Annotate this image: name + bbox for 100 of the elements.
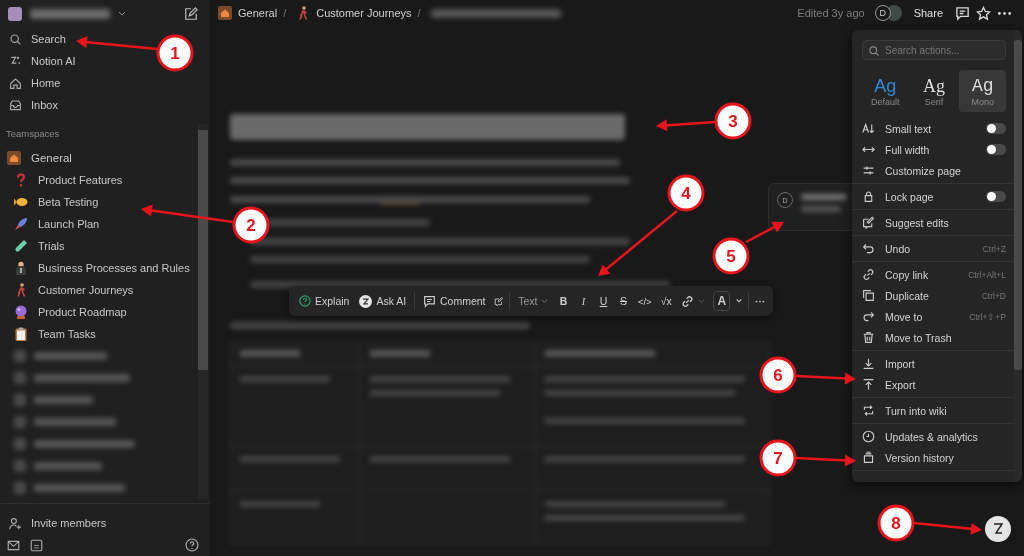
font-option[interactable]: Ag Mono	[959, 70, 1006, 112]
callout-number: 7	[759, 439, 797, 477]
new-page-icon[interactable]	[184, 7, 198, 21]
format-button[interactable]: B	[556, 291, 571, 311]
sidebar-nav-item[interactable]: Search	[0, 28, 74, 50]
menu-item[interactable]: Duplicate Ctrl+D	[852, 285, 1014, 306]
comment-icon	[423, 294, 436, 308]
explain-button[interactable]: Explain	[297, 291, 352, 311]
redacted-comment-text	[801, 192, 849, 214]
menu-item[interactable]: Undo Ctrl+Z	[852, 238, 1014, 259]
ai-assistant-button[interactable]	[985, 516, 1011, 542]
font-option[interactable]: Ag Serif	[910, 70, 958, 112]
scrollbar-thumb[interactable]	[1014, 40, 1022, 370]
ask-ai-button[interactable]: Ask AI	[357, 291, 409, 311]
sidebar-page-item[interactable]: Team Tasks	[0, 323, 210, 345]
format-button[interactable]: U	[596, 291, 611, 311]
menu-item[interactable]: Updates & analytics	[852, 426, 1014, 447]
edited-time: Edited 3y ago	[797, 7, 865, 19]
add-person-icon	[9, 516, 22, 530]
edit-comment-icon	[862, 216, 875, 229]
format-button[interactable]: S	[616, 291, 631, 311]
comment-icon[interactable]	[955, 5, 970, 21]
download-icon	[862, 357, 875, 370]
text-style-dropdown[interactable]: Text	[516, 291, 551, 311]
chevron-down-icon[interactable]	[118, 11, 126, 17]
chevron-down-icon	[698, 298, 706, 304]
sidebar-page-item[interactable]: Product Roadmap	[0, 301, 210, 323]
menu-item[interactable]: Full width	[852, 139, 1014, 160]
scrollbar-thumb[interactable]	[198, 130, 208, 370]
help-icon[interactable]	[185, 538, 199, 552]
toggle-switch[interactable]	[986, 123, 1006, 134]
sidebar-nav-item[interactable]: Inbox	[0, 94, 66, 116]
chevron-down-icon	[541, 298, 549, 304]
callout-arrow	[795, 454, 856, 467]
copy-icon	[862, 289, 875, 302]
toggle-switch[interactable]	[986, 191, 1006, 202]
menu-item[interactable]: Import	[852, 353, 1014, 374]
test-tube-icon	[14, 239, 28, 253]
fish-icon	[14, 195, 28, 209]
sidebar-page-item[interactable]: Beta Testing	[0, 191, 210, 213]
format-button[interactable]: </>	[636, 291, 653, 311]
question-circle-icon	[299, 295, 311, 307]
menu-item[interactable]: Small text	[852, 118, 1014, 139]
callout-number: 3	[714, 102, 752, 140]
callout-arrow	[656, 119, 716, 132]
callout-arrow	[745, 221, 784, 244]
clipboard-icon	[14, 327, 28, 341]
sidebar-page-item[interactable]: Customer Journeys	[0, 279, 210, 301]
menu-item[interactable]: Move to Trash	[852, 327, 1014, 348]
sidebar-nav-item[interactable]: Notion AI	[0, 50, 84, 72]
menu-item[interactable]: Copy link Ctrl+Alt+L	[852, 264, 1014, 285]
format-button[interactable]: √x	[659, 291, 674, 311]
sidebar-page-item[interactable]: Business Processes and Rules	[0, 257, 210, 279]
sidebar-page-item[interactable]: Launch Plan	[0, 213, 210, 235]
user-avatar[interactable]: D	[874, 5, 891, 21]
edit-comment-icon[interactable]	[493, 294, 504, 308]
star-icon[interactable]	[976, 5, 991, 21]
callout-number: 1	[156, 34, 194, 72]
ai-face-icon	[359, 294, 373, 308]
font-option[interactable]: Ag Default	[862, 70, 909, 112]
share-button[interactable]: Share	[907, 7, 949, 19]
text-color-button[interactable]: A	[713, 291, 731, 311]
link-icon	[681, 294, 695, 308]
sidebar-nav-item[interactable]: Home	[0, 72, 69, 94]
search-icon	[9, 32, 22, 46]
format-button[interactable]: I	[576, 291, 591, 311]
repeat-icon	[862, 404, 875, 417]
menu-item[interactable]: Version history	[852, 447, 1014, 468]
section-heading: Teamspaces	[5, 128, 61, 141]
teamspace-item[interactable]: General	[0, 147, 210, 169]
upload-icon	[862, 378, 875, 391]
menu-item[interactable]: Export	[852, 374, 1014, 395]
toggle-switch[interactable]	[986, 144, 1006, 155]
menu-item[interactable]: Move to Ctrl+⇧+P	[852, 306, 1014, 327]
menu-item[interactable]: Turn into wiki	[852, 400, 1014, 421]
callout-number: 8	[877, 504, 915, 542]
inbox-icon	[9, 98, 22, 112]
callout-number: 4	[667, 174, 705, 212]
chevron-down-icon[interactable]	[736, 298, 743, 304]
house-icon	[7, 151, 21, 165]
crystal-ball-icon	[14, 305, 28, 319]
lock-icon	[862, 190, 875, 203]
sidebar-page-item[interactable]: Product Features	[0, 169, 210, 191]
menu-item[interactable]: Customize page	[852, 160, 1014, 181]
breadcrumb-item[interactable]: Customer Journeys	[296, 6, 412, 20]
search-icon	[868, 45, 880, 57]
search-actions-field[interactable]: Search actions...	[862, 40, 1006, 60]
sliders-icon	[862, 164, 875, 177]
invite-members-item[interactable]: Invite members	[0, 512, 115, 534]
menu-item[interactable]: Suggest edits	[852, 212, 1014, 233]
breadcrumb-item[interactable]: General	[218, 6, 278, 20]
comment-button[interactable]: Comment	[421, 291, 488, 311]
menu-item[interactable]: Lock page	[852, 186, 1014, 207]
calendar-icon[interactable]	[30, 538, 43, 552]
callout-number: 6	[759, 356, 797, 394]
callout-number: 5	[712, 237, 750, 275]
breadcrumb-separator: /	[283, 7, 287, 19]
mail-icon[interactable]	[7, 538, 20, 552]
sidebar-page-item[interactable]: Trials	[0, 235, 210, 257]
breadcrumb-separator: /	[417, 7, 421, 19]
